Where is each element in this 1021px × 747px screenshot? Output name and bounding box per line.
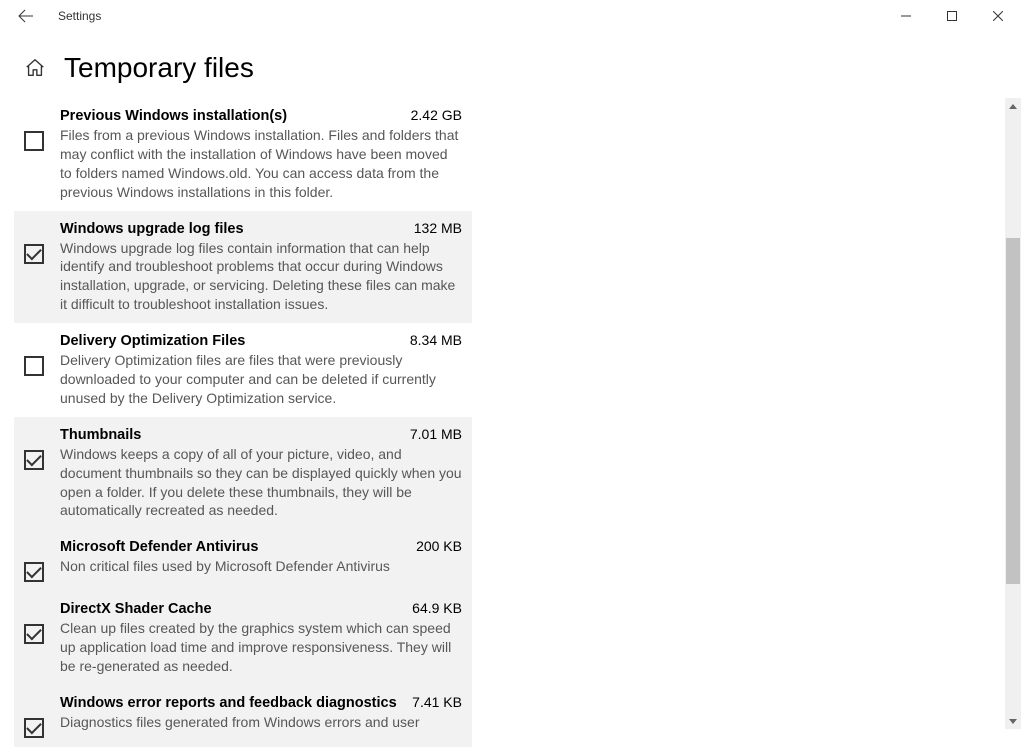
- list-item: Delivery Optimization Files8.34 MBDelive…: [14, 323, 472, 417]
- close-button[interactable]: [975, 0, 1021, 32]
- scroll-thumb[interactable]: [1006, 238, 1020, 584]
- list-item: Windows upgrade log files132 MBWindows u…: [14, 211, 472, 324]
- window-controls: [883, 0, 1021, 32]
- scroll-down-button[interactable]: [1005, 713, 1021, 729]
- item-description: Diagnostics files generated from Windows…: [60, 713, 462, 732]
- item-head: Delivery Optimization Files 8.34 MB: [60, 332, 462, 349]
- home-icon[interactable]: [24, 57, 46, 79]
- minimize-icon: [901, 11, 911, 21]
- item-head: Previous Windows installation(s) 2.42 GB: [60, 107, 462, 124]
- list-item: Previous Windows installation(s) 2.42 GB F…: [14, 98, 472, 211]
- list-item: Windows error reports and feedback diagn…: [14, 685, 472, 747]
- checkbox[interactable]: [24, 244, 44, 264]
- item-body: Previous Windows installation(s) 2.42 GB F…: [60, 107, 462, 202]
- maximize-icon: [947, 11, 957, 21]
- checkbox[interactable]: [24, 718, 44, 738]
- item-description: Non critical files used by Microsoft Def…: [60, 557, 462, 576]
- item-title: Windows upgrade log files: [60, 221, 244, 237]
- checkbox[interactable]: [24, 624, 44, 644]
- item-title: Windows error reports and feedback diagn…: [60, 695, 397, 711]
- item-size: 64.9 KB: [404, 600, 462, 616]
- item-title: Delivery Optimization Files: [60, 333, 245, 349]
- scrollbar[interactable]: [1005, 98, 1021, 729]
- item-title: DirectX Shader Cache: [60, 601, 212, 617]
- list-item: Thumbnails 7.01 MB Windows keeps a copy of…: [14, 417, 472, 530]
- item-description: Delivery Optimization files are files th…: [60, 351, 462, 408]
- chevron-up-icon: [1009, 104, 1017, 109]
- item-description: Clean up files created by the graphics s…: [60, 619, 462, 676]
- page-header: Temporary files: [0, 32, 1021, 98]
- titlebar: Settings: [0, 0, 1021, 32]
- maximize-button[interactable]: [929, 0, 975, 32]
- item-description: Windows upgrade log files contain inform…: [60, 239, 462, 315]
- item-size: 200 KB: [408, 538, 462, 554]
- item-size: 2.42 GB: [403, 107, 462, 123]
- item-head: Windows error reports and feedback diagn…: [60, 694, 462, 711]
- item-size: 8.34 MB: [402, 332, 462, 348]
- minimize-button[interactable]: [883, 0, 929, 32]
- item-head: DirectX Shader Cache 64.9 KB: [60, 600, 462, 617]
- item-body: Delivery Optimization Files8.34 MBDelive…: [60, 332, 462, 408]
- close-icon: [993, 11, 1003, 21]
- item-size: 7.01 MB: [402, 426, 462, 442]
- list-item: DirectX Shader Cache 64.9 KB Clean up file…: [14, 591, 472, 685]
- back-arrow-icon: [18, 8, 34, 24]
- item-body: Windows error reports and feedback diagn…: [60, 694, 462, 732]
- content-area: Previous Windows installation(s) 2.42 GB F…: [0, 98, 1021, 729]
- checkbox[interactable]: [24, 356, 44, 376]
- item-description: Files from a previous Windows installati…: [60, 126, 462, 202]
- item-body: Microsoft Defender Antivirus 200 KB Non cr…: [60, 538, 462, 576]
- item-head: Microsoft Defender Antivirus 200 KB: [60, 538, 462, 555]
- page-title: Temporary files: [64, 52, 254, 84]
- checkbox[interactable]: [24, 450, 44, 470]
- item-title: Previous Windows installation(s): [60, 108, 287, 124]
- item-size: 7.41 KB: [404, 694, 462, 710]
- item-body: Thumbnails 7.01 MB Windows keeps a copy of…: [60, 426, 462, 521]
- checkbox[interactable]: [24, 131, 44, 151]
- item-head: Windows upgrade log files 132 MB: [60, 220, 462, 237]
- item-description: Windows keeps a copy of all of your pict…: [60, 445, 462, 521]
- chevron-down-icon: [1009, 719, 1017, 724]
- window-title: Settings: [58, 9, 101, 23]
- scroll-up-button[interactable]: [1005, 98, 1021, 114]
- item-body: DirectX Shader Cache 64.9 KB Clean up file…: [60, 600, 462, 676]
- checkbox[interactable]: [24, 562, 44, 582]
- list-item: Microsoft Defender Antivirus 200 KB Non cr…: [14, 529, 472, 591]
- item-size: 132 MB: [406, 220, 462, 236]
- items-list: Previous Windows installation(s) 2.42 GB F…: [0, 98, 472, 747]
- item-body: Windows upgrade log files132 MBWindows u…: [60, 220, 462, 315]
- item-head: Thumbnails 7.01 MB: [60, 426, 462, 443]
- back-button[interactable]: [6, 0, 46, 32]
- item-title: Microsoft Defender Antivirus: [60, 539, 258, 555]
- item-title: Thumbnails: [60, 427, 141, 443]
